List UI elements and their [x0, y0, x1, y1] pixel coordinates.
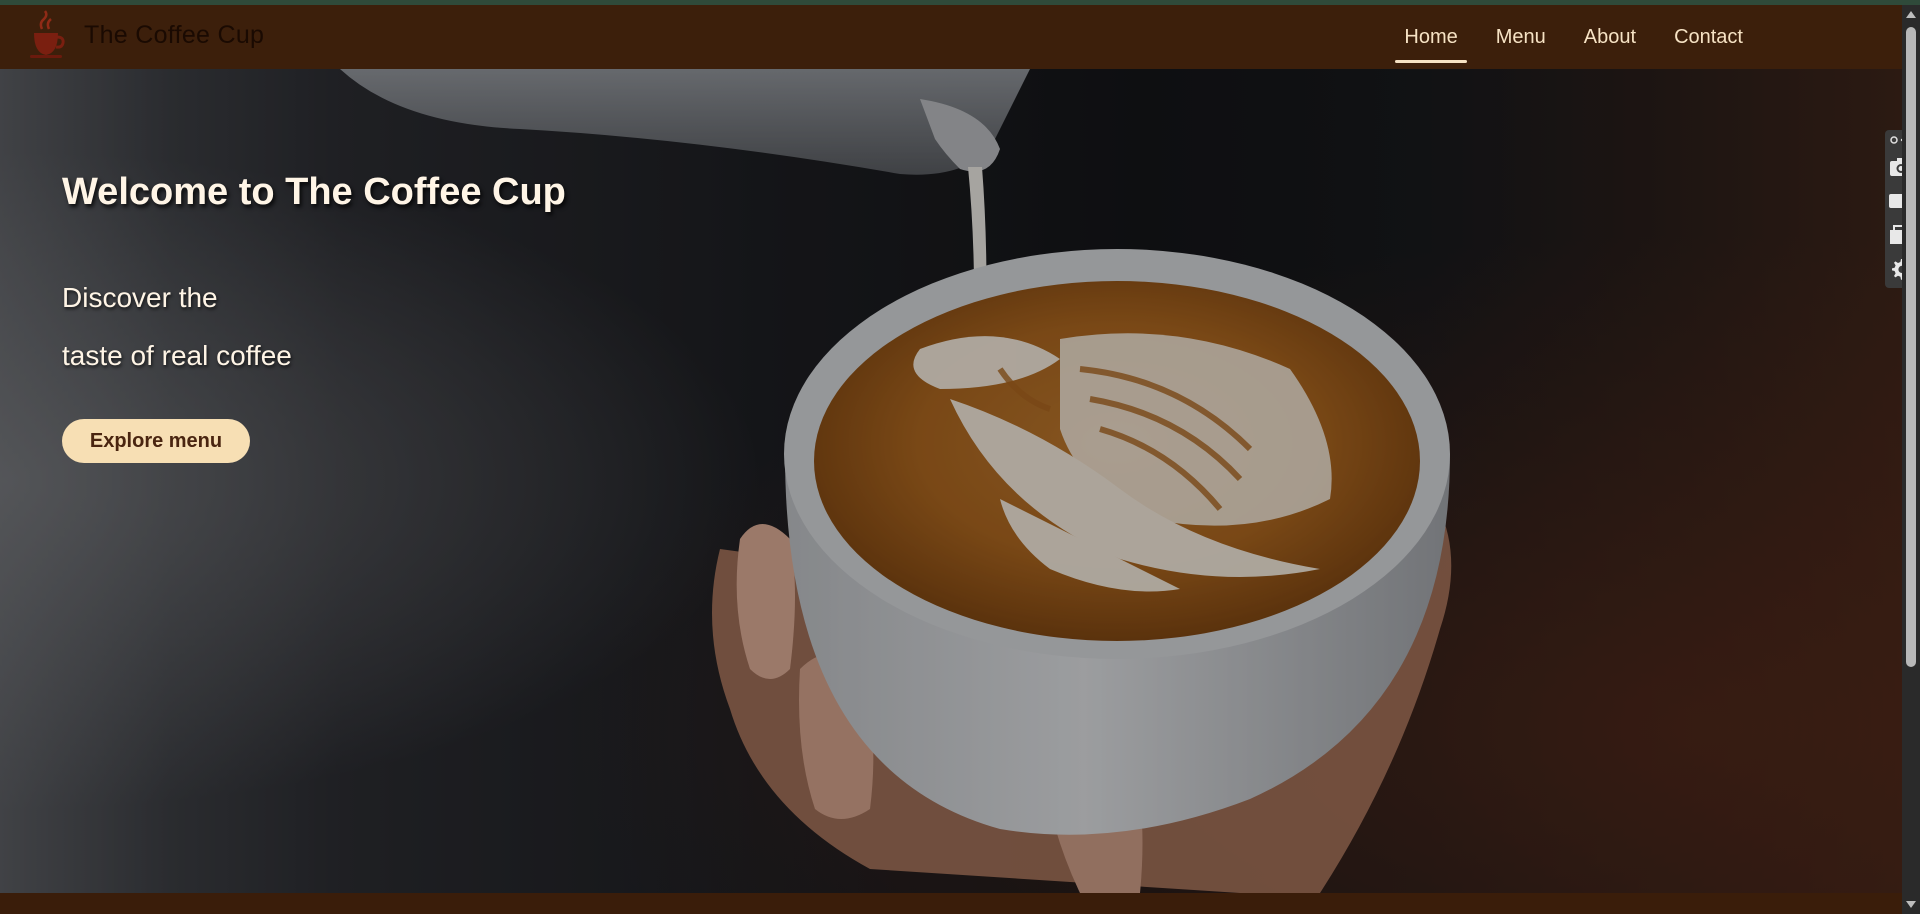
nav-link-home[interactable]: Home	[1385, 5, 1476, 69]
scrollbar-thumb[interactable]	[1906, 27, 1916, 667]
nav-link-about[interactable]: About	[1565, 5, 1655, 69]
nav-link-menu[interactable]: Menu	[1477, 5, 1565, 69]
brand-name[interactable]: The Coffee Cup	[84, 21, 264, 50]
navbar: The Coffee Cup Home Menu About Contact	[0, 5, 1902, 69]
hero-title: Welcome to The Coffee Cup	[62, 171, 566, 213]
coffee-cup-logo-icon[interactable]	[26, 9, 66, 61]
page-scrollbar[interactable]	[1902, 5, 1920, 914]
hero-subtitle-line-1: Discover the	[62, 282, 218, 313]
footer-strip	[0, 893, 1902, 914]
hero-subtitle-line-2: taste of real coffee	[62, 340, 292, 371]
hero-section: Welcome to The Coffee Cup Discover the t…	[0, 69, 1902, 893]
explore-menu-button[interactable]: Explore menu	[62, 419, 250, 463]
scroll-down-arrow-icon[interactable]	[1906, 901, 1916, 908]
scroll-up-arrow-icon[interactable]	[1906, 11, 1916, 18]
main-nav: Home Menu About Contact	[1385, 5, 1762, 69]
nav-link-contact[interactable]: Contact	[1655, 5, 1762, 69]
